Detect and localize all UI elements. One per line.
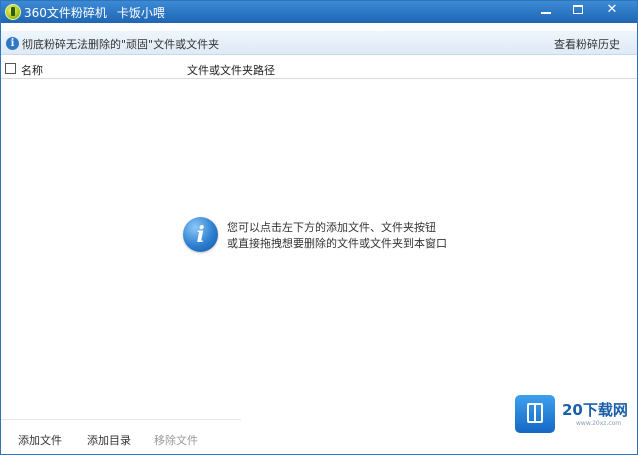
watermark-brand: 20下载网 bbox=[562, 401, 628, 419]
maximize-button[interactable] bbox=[563, 1, 593, 21]
info-glyph: i bbox=[196, 222, 205, 248]
maximize-icon bbox=[573, 5, 583, 14]
bottom-divider bbox=[1, 419, 241, 420]
column-header-name[interactable]: 名称 bbox=[21, 62, 43, 78]
info-bar: i 彻底粉碎无法删除的"顽固"文件或文件夹 查看粉碎历史 bbox=[1, 31, 637, 55]
title-bar[interactable]: 360文件粉碎机 卡饭小喂 ✕ bbox=[1, 1, 637, 23]
app-subtitle: 卡饭小喂 bbox=[116, 6, 165, 20]
file-table-header: 名称 文件或文件夹路径 bbox=[1, 59, 637, 79]
minimize-icon bbox=[541, 12, 551, 14]
remove-file-button[interactable]: 移除文件 bbox=[154, 432, 198, 448]
select-all-checkbox[interactable] bbox=[5, 63, 16, 74]
info-message: 彻底粉碎无法删除的"顽固"文件或文件夹 bbox=[22, 38, 220, 51]
add-directory-button[interactable]: 添加目录 bbox=[87, 432, 131, 448]
close-icon: ✕ bbox=[606, 2, 618, 17]
minimize-button[interactable] bbox=[531, 1, 561, 21]
cube-icon bbox=[527, 403, 543, 423]
watermark-logo-icon bbox=[515, 395, 555, 433]
app-logo-icon bbox=[5, 4, 21, 20]
empty-state-hint-line1: 您可以点击左下方的添加文件、文件夹按钮 bbox=[227, 221, 436, 234]
empty-state-hint-line2: 或直接拖拽想要删除的文件或文件夹到本窗口 bbox=[227, 237, 447, 250]
app-name: 360文件粉碎机 bbox=[24, 6, 107, 20]
window-title: 360文件粉碎机 卡饭小喂 bbox=[24, 4, 165, 21]
view-history-link[interactable]: 查看粉碎历史 bbox=[554, 36, 620, 52]
empty-state-info-icon: i bbox=[183, 217, 218, 252]
info-icon: i bbox=[6, 37, 19, 50]
close-button[interactable]: ✕ bbox=[597, 1, 627, 21]
column-header-path[interactable]: 文件或文件夹路径 bbox=[187, 62, 275, 78]
app-window: 360文件粉碎机 卡饭小喂 ✕ i 彻底粉碎无法删除的"顽固"文件或文件夹 查看粉… bbox=[0, 0, 638, 455]
add-file-button[interactable]: 添加文件 bbox=[18, 432, 62, 448]
watermark-url: www.20xz.com bbox=[576, 420, 622, 427]
